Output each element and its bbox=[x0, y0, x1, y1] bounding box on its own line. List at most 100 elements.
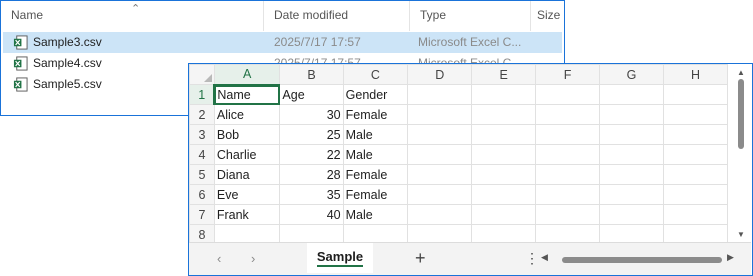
scroll-up-arrow-icon[interactable]: ▲ bbox=[737, 68, 745, 77]
cell[interactable] bbox=[471, 164, 537, 185]
cell-a6[interactable]: Eve bbox=[213, 184, 281, 205]
cell-c7[interactable]: Male bbox=[342, 204, 409, 225]
cell[interactable] bbox=[407, 124, 473, 145]
horizontal-scroll-thumb[interactable] bbox=[562, 257, 722, 263]
cell[interactable] bbox=[407, 184, 473, 205]
cell[interactable] bbox=[535, 124, 601, 145]
column-header-b[interactable]: B bbox=[279, 64, 344, 85]
scroll-right-arrow-icon[interactable]: ▶ bbox=[727, 252, 734, 263]
cell[interactable] bbox=[662, 124, 728, 145]
cell[interactable] bbox=[471, 224, 537, 242]
column-header-d[interactable]: D bbox=[407, 64, 473, 85]
cell-a4[interactable]: Charlie bbox=[213, 144, 281, 165]
row-header[interactable]: 2 bbox=[189, 104, 215, 125]
cell[interactable] bbox=[535, 144, 601, 165]
file-name: Sample4.csv bbox=[33, 56, 102, 70]
row-header[interactable]: 8 bbox=[189, 224, 215, 242]
cell-b4[interactable]: 22 bbox=[279, 144, 344, 165]
cell[interactable] bbox=[662, 144, 728, 165]
cell[interactable] bbox=[407, 144, 473, 165]
cell-b6[interactable]: 35 bbox=[279, 184, 344, 205]
cell-a3[interactable]: Bob bbox=[213, 124, 281, 145]
cell-c2[interactable]: Female bbox=[342, 104, 409, 125]
cell[interactable] bbox=[599, 84, 664, 105]
cell[interactable] bbox=[662, 84, 728, 105]
cell-b7[interactable]: 40 bbox=[279, 204, 344, 225]
row-header[interactable]: 4 bbox=[189, 144, 215, 165]
cell[interactable] bbox=[662, 224, 728, 242]
cell[interactable] bbox=[407, 84, 473, 105]
column-header-name[interactable]: Name ⌃ bbox=[1, 1, 263, 31]
sort-chevron-icon: ⌃ bbox=[131, 3, 141, 15]
column-header-c[interactable]: C bbox=[342, 64, 409, 85]
cell[interactable] bbox=[471, 204, 537, 225]
column-header-size[interactable]: Size bbox=[530, 1, 564, 31]
cell[interactable] bbox=[342, 224, 409, 242]
cell[interactable] bbox=[599, 204, 664, 225]
cell[interactable] bbox=[599, 124, 664, 145]
vertical-scroll-thumb[interactable] bbox=[738, 79, 744, 149]
cell[interactable] bbox=[471, 124, 537, 145]
cell[interactable] bbox=[599, 104, 664, 125]
file-row[interactable]: Sample3.csv 2025/7/17 17:57 Microsoft Ex… bbox=[3, 32, 562, 53]
cell[interactable] bbox=[662, 164, 728, 185]
cell[interactable] bbox=[599, 144, 664, 165]
more-options-icon[interactable]: ⋮ bbox=[525, 250, 539, 267]
cell[interactable] bbox=[471, 144, 537, 165]
prev-sheet-chevron-icon[interactable]: ‹ bbox=[217, 251, 221, 266]
cell[interactable] bbox=[535, 204, 601, 225]
scroll-left-arrow-icon[interactable]: ◀ bbox=[541, 252, 548, 263]
cell[interactable] bbox=[279, 224, 344, 242]
cell[interactable] bbox=[662, 204, 728, 225]
cell[interactable] bbox=[471, 184, 537, 205]
cell[interactable] bbox=[599, 224, 664, 242]
column-header-a[interactable]: A bbox=[213, 64, 281, 86]
cell-a7[interactable]: Frank bbox=[213, 204, 281, 225]
cell[interactable] bbox=[535, 84, 601, 105]
cell[interactable] bbox=[407, 204, 473, 225]
cell-a1[interactable]: Name bbox=[213, 84, 281, 105]
cell-a5[interactable]: Diana bbox=[213, 164, 281, 185]
cell[interactable] bbox=[535, 224, 601, 242]
scroll-down-arrow-icon[interactable]: ▼ bbox=[737, 230, 745, 239]
cell-c6[interactable]: Female bbox=[342, 184, 409, 205]
cell[interactable] bbox=[407, 104, 473, 125]
column-header-f[interactable]: F bbox=[535, 64, 601, 85]
cell-b2[interactable]: 30 bbox=[279, 104, 344, 125]
cell[interactable] bbox=[599, 164, 664, 185]
column-header-type[interactable]: Type bbox=[409, 1, 530, 31]
add-sheet-button[interactable]: + bbox=[415, 248, 426, 269]
cell-b1[interactable]: Age bbox=[279, 84, 344, 105]
column-header-g[interactable]: G bbox=[599, 64, 664, 85]
cell[interactable] bbox=[535, 104, 601, 125]
row-header[interactable]: 6 bbox=[189, 184, 215, 205]
column-header-h[interactable]: H bbox=[662, 64, 728, 85]
cell-b3[interactable]: 25 bbox=[279, 124, 344, 145]
row-header[interactable]: 1 bbox=[189, 84, 216, 105]
cell-c5[interactable]: Female bbox=[342, 164, 409, 185]
cell[interactable] bbox=[471, 84, 537, 105]
cell[interactable] bbox=[535, 184, 601, 205]
cell-b5[interactable]: 28 bbox=[279, 164, 344, 185]
next-sheet-chevron-icon[interactable]: › bbox=[251, 251, 255, 266]
column-header-date[interactable]: Date modified bbox=[263, 1, 409, 31]
row-header[interactable]: 5 bbox=[189, 164, 215, 185]
cell[interactable] bbox=[535, 164, 601, 185]
row-header[interactable]: 3 bbox=[189, 124, 215, 145]
cell[interactable] bbox=[662, 104, 728, 125]
cell[interactable] bbox=[599, 184, 664, 205]
cell[interactable] bbox=[407, 224, 473, 242]
cell[interactable] bbox=[213, 224, 281, 242]
select-all-corner[interactable] bbox=[189, 64, 215, 85]
cell-a2[interactable]: Alice bbox=[213, 104, 281, 125]
column-header-e[interactable]: E bbox=[471, 64, 537, 85]
cell[interactable] bbox=[407, 164, 473, 185]
cell[interactable] bbox=[662, 184, 728, 205]
vertical-scrollbar[interactable]: ▲ ▼ bbox=[730, 64, 752, 242]
cell[interactable] bbox=[471, 104, 537, 125]
cell-c1[interactable]: Gender bbox=[342, 84, 409, 105]
sheet-tab-sample[interactable]: Sample bbox=[307, 243, 373, 273]
cell-c4[interactable]: Male bbox=[342, 144, 409, 165]
row-header[interactable]: 7 bbox=[189, 204, 215, 225]
cell-c3[interactable]: Male bbox=[342, 124, 409, 145]
